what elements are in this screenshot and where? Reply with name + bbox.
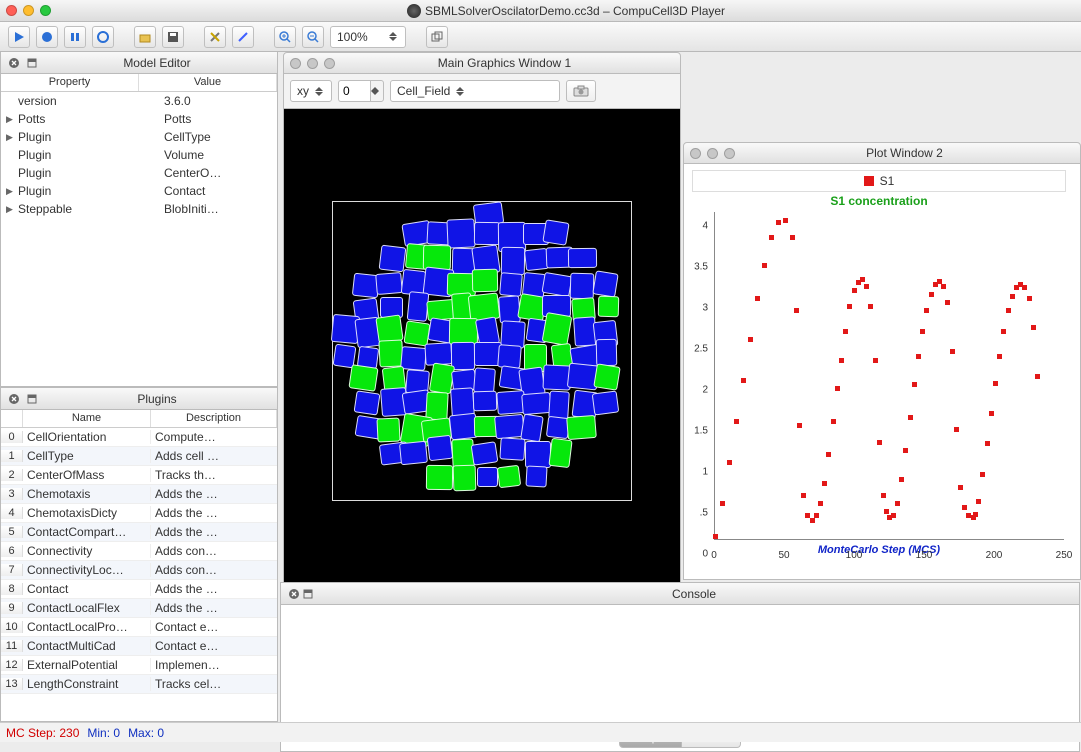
plot-title: Plot Window 2	[735, 146, 1074, 160]
main-toolbar: 100%	[0, 22, 1081, 52]
subwin-close-icon[interactable]	[290, 58, 301, 69]
console-title: Console	[315, 587, 1073, 601]
plugin-row[interactable]: 0CellOrientationCompute…	[1, 428, 277, 447]
status-max: Max: 0	[128, 726, 164, 740]
screenshot-button[interactable]	[566, 80, 596, 102]
model-tree-row[interactable]: ▶PottsPotts	[1, 110, 277, 128]
plugin-row[interactable]: 5ContactCompart…Adds the …	[1, 523, 277, 542]
chart-area[interactable]	[714, 212, 1064, 540]
subwin-zoom-icon[interactable]	[324, 58, 335, 69]
slice-stepper[interactable]	[338, 80, 384, 102]
plugins-table[interactable]: 0CellOrientationCompute…1CellTypeAdds ce…	[1, 428, 277, 721]
slice-input[interactable]	[338, 80, 370, 102]
edit-button[interactable]	[232, 26, 254, 48]
y-axis-ticks: 0.511.522.533.54	[684, 226, 710, 554]
status-mc-step: MC Step: 230	[6, 726, 79, 740]
model-tree-row[interactable]: ▶PluginContact	[1, 182, 277, 200]
plugin-row[interactable]: 9ContactLocalFlexAdds the …	[1, 599, 277, 618]
plugin-row[interactable]: 11ContactMultiCadContact e…	[1, 637, 277, 656]
titlebar: SBMLSolverOscilatorDemo.cc3d – CompuCell…	[0, 0, 1081, 22]
model-tree-row[interactable]: PluginVolume	[1, 146, 277, 164]
subwin-min-icon[interactable]	[707, 148, 718, 159]
subwin-min-icon[interactable]	[307, 58, 318, 69]
plugin-row[interactable]: 2CenterOfMassTracks th…	[1, 466, 277, 485]
cell-field-canvas[interactable]	[283, 108, 681, 593]
plugins-panel: Plugins Name Description 0CellOrientatio…	[0, 387, 278, 722]
plugins-columns: Name Description	[1, 410, 277, 428]
dock-panel-icon[interactable]	[301, 587, 315, 601]
plugin-row[interactable]: 1CellTypeAdds cell …	[1, 447, 277, 466]
subwin-close-icon[interactable]	[690, 148, 701, 159]
play-button[interactable]	[8, 26, 30, 48]
model-tree-row[interactable]: PluginCenterO…	[1, 164, 277, 182]
zoom-out-button[interactable]	[302, 26, 324, 48]
close-panel-icon[interactable]	[7, 56, 21, 70]
model-editor-panel: Model Editor PropertyValue version3.6.0▶…	[0, 52, 278, 387]
chart-title: S1 concentration	[684, 194, 1074, 208]
graphics-title: Main Graphics Window 1	[335, 56, 674, 70]
close-icon[interactable]	[6, 5, 17, 16]
plugin-row[interactable]: 10ContactLocalPro…Contact e…	[1, 618, 277, 637]
plot-legend: S1	[692, 170, 1066, 192]
save-button[interactable]	[162, 26, 184, 48]
open-button[interactable]	[134, 26, 156, 48]
model-tree-row[interactable]: version3.6.0	[1, 92, 277, 110]
dock-panel-icon[interactable]	[25, 392, 39, 406]
pause-button[interactable]	[64, 26, 86, 48]
window-traffic-lights	[6, 5, 51, 16]
plugin-row[interactable]: 12ExternalPotentialImplemen…	[1, 656, 277, 675]
model-editor-tree[interactable]: version3.6.0▶PottsPotts▶PluginCellTypePl…	[1, 92, 277, 386]
status-bar: MC Step: 230 Min: 0 Max: 0	[0, 722, 1081, 742]
subwin-zoom-icon[interactable]	[724, 148, 735, 159]
zoom-select[interactable]: 100%	[330, 26, 406, 48]
close-panel-icon[interactable]	[7, 392, 21, 406]
close-panel-icon[interactable]	[287, 587, 301, 601]
x-axis-label: MonteCarlo Step (MCS)	[684, 544, 1074, 556]
dock-panel-icon[interactable]	[25, 56, 39, 70]
plugin-row[interactable]: 3ChemotaxisAdds the …	[1, 485, 277, 504]
app-icon	[407, 4, 421, 18]
model-editor-columns: PropertyValue	[1, 74, 277, 92]
plugin-row[interactable]: 13LengthConstraintTracks cel…	[1, 675, 277, 694]
model-tree-row[interactable]: ▶SteppableBlobIniti…	[1, 200, 277, 218]
model-tree-row[interactable]: ▶PluginCellType	[1, 128, 277, 146]
zoom-value: 100%	[337, 30, 368, 44]
zoom-icon[interactable]	[40, 5, 51, 16]
plugin-row[interactable]: 7ConnectivityLoc…Adds con…	[1, 561, 277, 580]
step-button[interactable]	[36, 26, 58, 48]
console-output[interactable]	[281, 605, 1079, 725]
windows-button[interactable]	[426, 26, 448, 48]
minimize-icon[interactable]	[23, 5, 34, 16]
plugins-title: Plugins	[43, 392, 271, 406]
field-select[interactable]: Cell_Field	[390, 80, 560, 102]
plugin-row[interactable]: 6ConnectivityAdds con…	[1, 542, 277, 561]
main-graphics-window: Main Graphics Window 1 xy Cell_Field	[283, 52, 681, 597]
status-min: Min: 0	[87, 726, 120, 740]
plugin-row[interactable]: 8ContactAdds the …	[1, 580, 277, 599]
view-axis-select[interactable]: xy	[290, 80, 332, 102]
zoom-in-button[interactable]	[274, 26, 296, 48]
tools-button[interactable]	[204, 26, 226, 48]
plugin-row[interactable]: 4ChemotaxisDictyAdds the …	[1, 504, 277, 523]
plot-window: Plot Window 2 S1 S1 concentration 0.511.…	[683, 142, 1081, 582]
stop-button[interactable]	[92, 26, 114, 48]
model-editor-title: Model Editor	[43, 56, 271, 70]
window-title: SBMLSolverOscilatorDemo.cc3d – CompuCell…	[57, 4, 1075, 18]
